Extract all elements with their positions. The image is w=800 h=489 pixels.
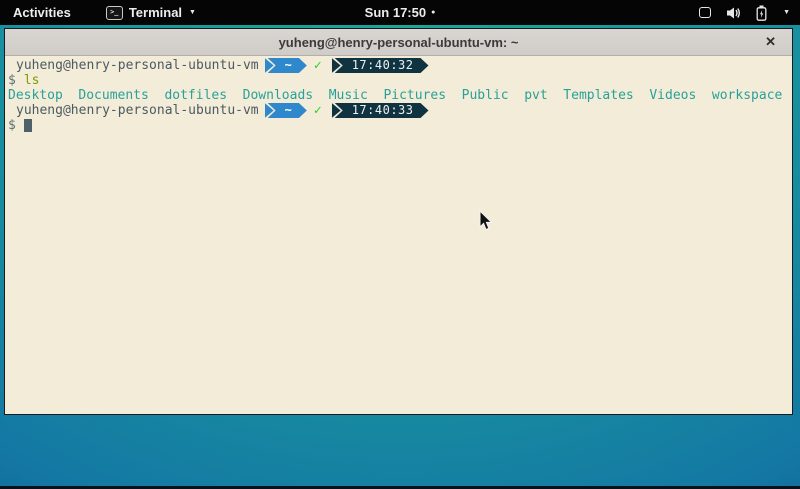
powerline-time-segment: 17:40:32 (332, 58, 429, 73)
status-check-icon: ✓ (314, 103, 322, 118)
terminal-content[interactable]: yuheng@henry-personal-ubuntu-vm ~ ✓ 17:4… (5, 56, 792, 135)
window-title: yuheng@henry-personal-ubuntu-vm: ~ (279, 35, 519, 50)
status-check-icon: ✓ (314, 58, 322, 73)
terminal-app-icon: >_ (106, 6, 123, 20)
app-menu-label: Terminal (129, 5, 182, 20)
powerline-time-segment: 17:40:33 (332, 103, 429, 118)
directory-name: pvt (524, 88, 547, 103)
notification-dot-icon: ● (431, 9, 435, 16)
desktop: { "top_bar": { "activities_label": "Acti… (0, 0, 800, 489)
text-cursor-block (24, 119, 32, 132)
command-text: ls (24, 73, 40, 88)
system-tray[interactable]: ▼ (699, 0, 790, 25)
prompt-time: 17:40:33 (335, 103, 429, 118)
powerline-cwd-segment: ~ (265, 103, 307, 118)
terminal-window: yuheng@henry-personal-ubuntu-vm: ~ ✕ yuh… (4, 28, 793, 415)
ls-output: Desktop Documents dotfiles Downloads Music Pi… (8, 88, 789, 103)
chevron-down-icon: ▼ (189, 9, 196, 16)
directory-name: Downloads (243, 88, 313, 103)
prompt-line: yuheng@henry-personal-ubuntu-vm ~ ✓ 17:4… (8, 58, 789, 73)
mouse-cursor-icon (479, 210, 493, 231)
directory-name: workspace (712, 88, 782, 103)
clock-label: Sun 17:50 (365, 5, 426, 20)
prompt-time: 17:40:32 (335, 58, 429, 73)
directory-name: Desktop (8, 88, 63, 103)
directory-name: Templates (563, 88, 633, 103)
powerline-cwd-segment: ~ (265, 58, 307, 73)
command-line-current: $ (8, 118, 789, 133)
directory-name: dotfiles (164, 88, 227, 103)
clock-button[interactable]: Sun 17:50 ● (365, 0, 436, 25)
battery-charging-icon (756, 5, 767, 21)
prompt-user-host: yuheng@henry-personal-ubuntu-vm (16, 103, 259, 118)
directory-name: Pictures (383, 88, 446, 103)
directory-name: Public (462, 88, 509, 103)
directory-name: Documents (78, 88, 148, 103)
tray-chevron-down-icon: ▼ (783, 9, 790, 16)
directory-name: Videos (649, 88, 696, 103)
activities-button[interactable]: Activities (8, 5, 76, 20)
display-icon (699, 7, 711, 18)
volume-icon (726, 6, 741, 20)
window-titlebar[interactable]: yuheng@henry-personal-ubuntu-vm: ~ ✕ (5, 29, 792, 56)
top-bar: Activities >_ Terminal ▼ Sun 17:50 ● ▼ (0, 0, 800, 25)
app-menu-terminal[interactable]: >_ Terminal ▼ (106, 5, 196, 20)
prompt-line: yuheng@henry-personal-ubuntu-vm ~ ✓ 17:4… (8, 103, 789, 118)
directory-name: Music (329, 88, 368, 103)
prompt-symbol: $ (8, 118, 16, 133)
close-button[interactable]: ✕ (759, 29, 782, 55)
prompt-symbol: $ (8, 73, 16, 88)
prompt-user-host: yuheng@henry-personal-ubuntu-vm (16, 58, 259, 73)
command-line: $ ls (8, 73, 789, 88)
